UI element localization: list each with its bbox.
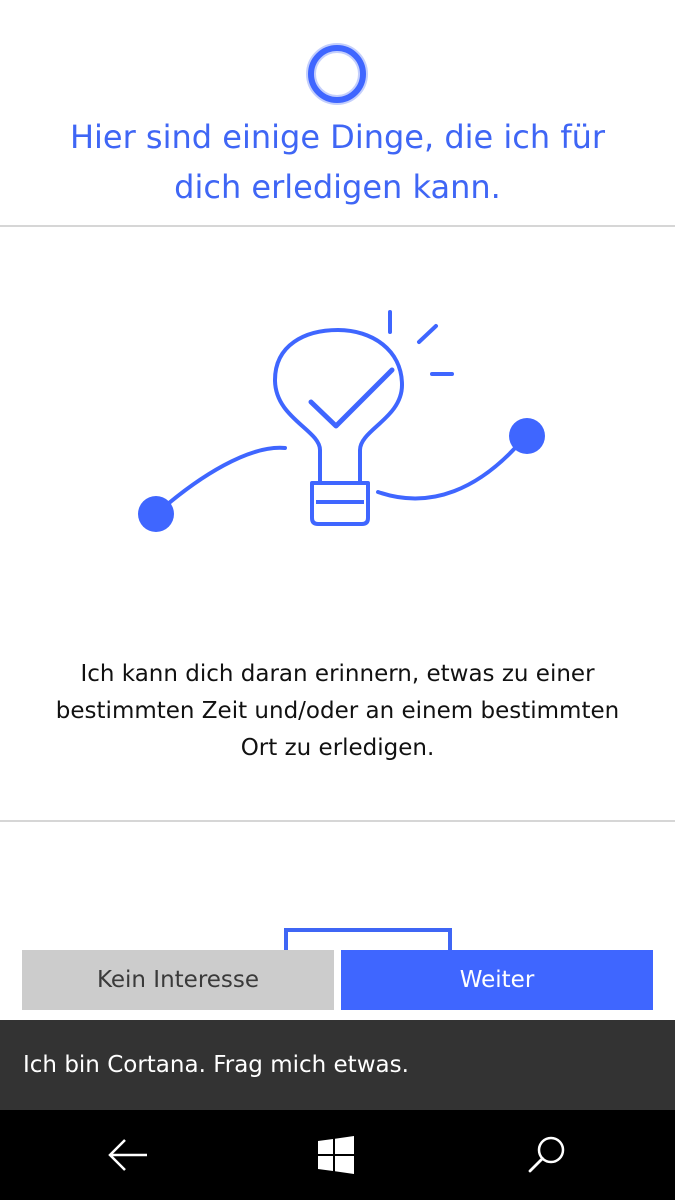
page-title-line-2: dich erledigen kann.	[174, 168, 501, 206]
feature-description: Ich kann dich daran erinnern, etwas zu e…	[20, 656, 655, 767]
next-card-illustration-peek	[284, 928, 452, 950]
search-button[interactable]	[517, 1130, 577, 1180]
not-interested-button[interactable]: Kein Interesse	[22, 950, 334, 1010]
feature-description-line-1: Ich kann dich daran erinnern, etwas zu e…	[80, 661, 595, 687]
card-divider	[0, 820, 675, 822]
page-title: Hier sind einige Dinge, die ich für dich…	[0, 112, 675, 212]
lightbulb-checkmark-icon	[138, 310, 545, 532]
back-button[interactable]	[98, 1130, 158, 1180]
back-arrow-icon	[108, 1139, 147, 1171]
feature-description-line-3: Ort zu erledigen.	[240, 735, 435, 761]
search-icon	[528, 1136, 565, 1173]
navigation-bar	[0, 1110, 675, 1200]
start-button[interactable]	[306, 1130, 366, 1180]
windows-logo-icon	[318, 1136, 354, 1174]
top-divider	[0, 225, 675, 227]
cortana-ask-bar[interactable]: Ich bin Cortana. Frag mich etwas.	[0, 1020, 675, 1110]
feature-description-line-2: bestimmten Zeit und/oder an einem bestim…	[55, 698, 620, 724]
continue-button[interactable]: Weiter	[341, 950, 653, 1010]
cortana-logo-icon	[306, 43, 368, 105]
ask-bar-prompt: Ich bin Cortana. Frag mich etwas.	[23, 1052, 409, 1078]
page-title-line-1: Hier sind einige Dinge, die ich für	[69, 118, 606, 156]
cortana-intro-screen: Hier sind einige Dinge, die ich für dich…	[0, 0, 675, 1200]
